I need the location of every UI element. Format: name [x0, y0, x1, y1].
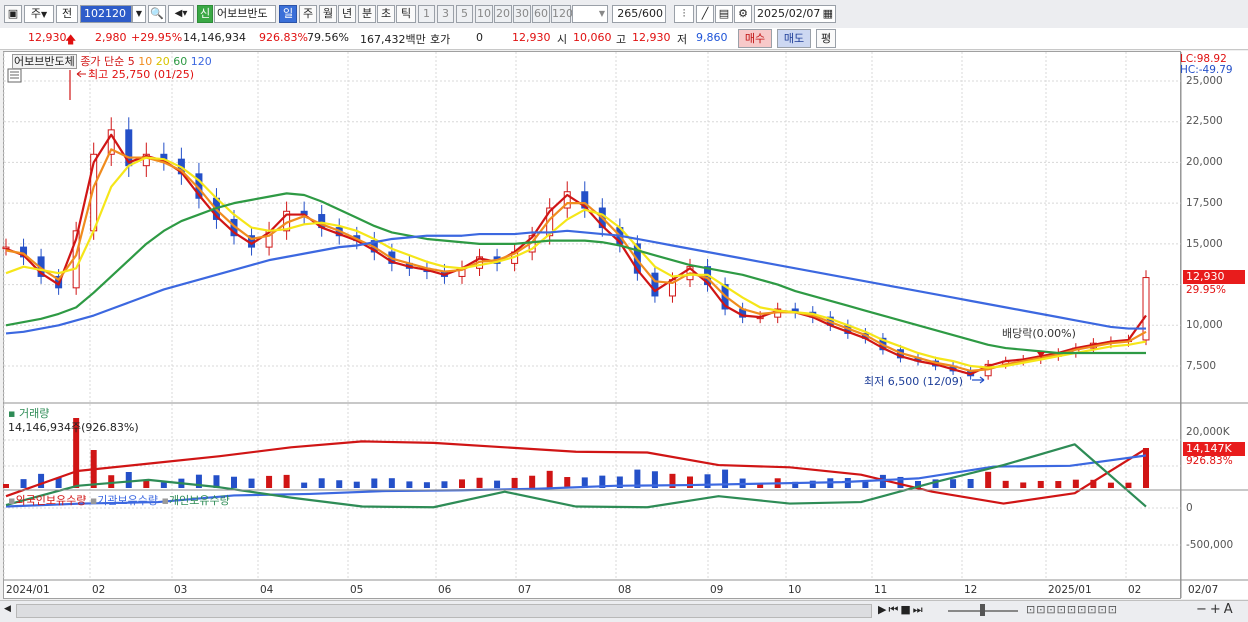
volume-y-tick: 20,000K	[1186, 426, 1230, 438]
x-tick-label: 05	[350, 584, 364, 596]
ma-line-5	[5, 133, 1147, 376]
volume-bar	[1143, 448, 1149, 488]
candle-body	[1142, 277, 1150, 341]
playback-controls[interactable]: ▶⏮■⏭	[878, 603, 925, 617]
x-tick-label: 2024/01	[6, 584, 50, 596]
y-tick-22500: 22,500	[1186, 115, 1223, 127]
x-tick-label: 12	[964, 584, 978, 596]
price-tag-pct: 29.95%	[1186, 284, 1227, 296]
volume-bar	[283, 474, 290, 488]
volume-bar	[371, 478, 378, 488]
volume-bar	[459, 479, 465, 488]
ma-line-60	[5, 192, 1146, 355]
volume-bar	[967, 479, 974, 488]
volume-bar	[266, 475, 273, 488]
foreign-holding-label: 외국인보유수량	[15, 494, 87, 507]
institution-holding-label: 기관보유수량	[97, 494, 159, 507]
ma-line-20	[5, 156, 1147, 369]
volume-bar	[704, 474, 711, 488]
candlesticks	[2, 117, 1150, 380]
y-tick-25000: 25,000	[1186, 75, 1223, 87]
holding-legend: ▪외국인보유수량 ▪기관보유수량 ▪개인보유수량	[8, 494, 230, 507]
volume-bar	[687, 476, 693, 488]
x-tick-label: 11	[874, 584, 888, 596]
volume-bar	[985, 471, 992, 488]
y-tick-10000: 10,000	[1186, 319, 1223, 331]
ma-line-10	[5, 148, 1147, 372]
moving-average-lines	[5, 133, 1147, 376]
high-arrow-icon	[76, 70, 86, 78]
x-tick-label: 2025/01	[1048, 584, 1092, 596]
volume-bar	[231, 476, 237, 488]
volume-bar	[1072, 479, 1079, 488]
chart-svg	[2, 52, 1248, 598]
volume-tag: 14,147K	[1183, 442, 1245, 456]
volume-bar	[1107, 482, 1114, 488]
volume-bar	[546, 470, 553, 488]
volume-bar	[318, 478, 325, 488]
volume-bar	[494, 480, 501, 488]
volume-bar	[423, 482, 430, 488]
volume-bar	[388, 478, 395, 488]
y-tick-17500: 17,500	[1186, 197, 1223, 209]
volume-bar	[248, 478, 255, 488]
x-tick-label: 07	[518, 584, 532, 596]
holding-y-tick-500000: -500,000	[1186, 539, 1234, 551]
volume-bar	[20, 479, 27, 488]
dividend-annotation: 배당락(0.00%)	[1002, 327, 1076, 340]
high-annotation: 최고 25,750 (01/25)	[88, 68, 195, 81]
volume-bar	[160, 482, 167, 488]
volume-bar	[406, 481, 413, 488]
volume-bar	[1055, 481, 1062, 488]
bottom-bar: ◀ ▶⏮■⏭ ⊡⊡⊡⊡⊡⊡⊡⊡⊡ −+A	[0, 600, 1248, 622]
volume-bar	[950, 479, 957, 488]
low-annotation: 최저 6,500 (12/09)	[864, 375, 964, 388]
x-tick-label: 02/07	[1188, 584, 1219, 596]
volume-bar	[301, 482, 308, 488]
x-tick-label: 08	[618, 584, 632, 596]
scroll-left-icon[interactable]: ◀	[4, 604, 14, 618]
volume-bar	[38, 473, 45, 488]
x-tick-label: 06	[438, 584, 452, 596]
x-tick-label: 10	[788, 584, 802, 596]
volume-bar	[564, 477, 571, 488]
volume-bar	[336, 480, 343, 488]
x-tick-label: 02	[92, 584, 106, 596]
volume-bar	[125, 472, 132, 488]
individual-holding-label: 개인보유수량	[168, 494, 230, 507]
volume-bar	[476, 477, 483, 488]
y-tick-7500: 7,500	[1186, 360, 1217, 372]
volume-tag-pct: 926.83%	[1186, 455, 1233, 467]
zoom-slider-handle[interactable]	[980, 604, 985, 616]
stock-label: 어보브반도체	[12, 54, 77, 69]
ma-line-120	[5, 229, 1146, 335]
volume-bar	[1002, 480, 1009, 488]
volume-bar	[1020, 482, 1027, 488]
y-tick-20000: 20,000	[1186, 156, 1223, 168]
candle-body	[651, 272, 659, 297]
low-arrow-icon	[972, 376, 985, 384]
x-tick-label: 09	[710, 584, 724, 596]
volume-bar	[441, 481, 448, 488]
y-tick-15000: 15,000	[1186, 238, 1223, 250]
price-tag: 12,930	[1183, 270, 1245, 284]
volume-bar	[3, 484, 9, 488]
volume-bar	[108, 475, 115, 488]
volume-bar	[353, 481, 360, 488]
volume-bar	[1125, 482, 1132, 488]
volume-readout: 14,146,934주(926.83%)	[8, 421, 139, 434]
x-tick-label: 02	[1128, 584, 1142, 596]
zoom-icons[interactable]: −+A	[1196, 602, 1236, 617]
volume-bar	[511, 477, 518, 488]
volume-bars	[3, 418, 1149, 488]
tool-icons[interactable]: ⊡⊡⊡⊡⊡⊡⊡⊡⊡	[1026, 603, 1118, 616]
horizontal-scrollbar[interactable]	[16, 604, 872, 618]
volume-bar	[529, 475, 536, 488]
x-tick-label: 03	[174, 584, 188, 596]
holding-y-tick-0: 0	[1186, 502, 1193, 514]
volume-bar	[1037, 480, 1044, 488]
x-tick-label: 04	[260, 584, 274, 596]
